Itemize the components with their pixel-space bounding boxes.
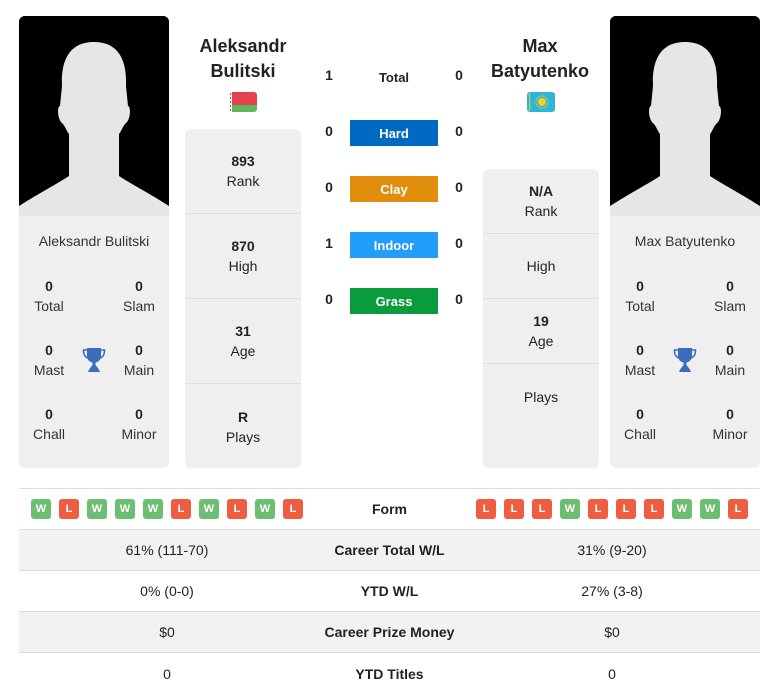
player1-minor-titles: 0 Minor <box>121 406 157 442</box>
player1-total-titles: 0 Total <box>34 278 64 314</box>
player2-stats-card: N/A Rank High 19 Age Plays <box>483 169 599 468</box>
form-win-badge[interactable]: W <box>672 499 692 519</box>
form-loss-badge[interactable]: L <box>227 499 247 519</box>
player1-age: 31 Age <box>185 299 301 384</box>
player1-rank: 893 Rank <box>185 129 301 214</box>
player1-challenger-titles: 0 Chall <box>33 406 65 442</box>
surface-grass-badge: Grass <box>350 288 438 314</box>
player2-plays: Plays <box>523 388 559 405</box>
player1-masters-titles: 0 Mast <box>33 342 65 378</box>
player1-slam-titles: 0 Slam <box>123 278 155 314</box>
trophy-icon <box>82 348 106 372</box>
ytd-titles-row: 0 YTD Titles 0 <box>19 653 760 694</box>
h2h-clay-row: 0 Clay 0 <box>310 175 480 203</box>
form-win-badge[interactable]: W <box>87 499 107 519</box>
player2-age: 19 Age <box>483 299 599 364</box>
form-win-badge[interactable]: W <box>255 499 275 519</box>
player2-titles-card: Max Batyutenko 0 Total 0 Slam 0 Mast 0 Main … <box>610 216 760 468</box>
player2-high: High <box>483 234 599 299</box>
player1-ytd-titles: 0 <box>163 665 171 682</box>
ytd-wl-row: 0% (0-0) YTD W/L 27% (3-8) <box>19 571 760 612</box>
prize-money-row: $0 Career Prize Money $0 <box>19 612 760 653</box>
h2h-total-row: 1 Total 0 <box>310 63 480 91</box>
player2-photo <box>610 16 760 216</box>
player2-challenger-titles: 0 Chall <box>624 406 656 442</box>
form-loss-badge[interactable]: L <box>644 499 664 519</box>
form-win-badge[interactable]: W <box>560 499 580 519</box>
h2h-grass-row: 0 Grass 0 <box>310 287 480 315</box>
form-win-badge[interactable]: W <box>199 499 219 519</box>
form-win-badge[interactable]: W <box>143 499 163 519</box>
career-wl-label: Career Total W/L <box>334 542 445 558</box>
player2-career-wl: 31% (9-20) <box>577 542 647 558</box>
surface-hard-badge: Hard <box>350 120 438 146</box>
player1-career-wl: 61% (111-70) <box>125 542 209 558</box>
player1-main-titles: 0 Main <box>123 342 155 378</box>
player1-stats-card: 893 Rank 870 High 31 Age R Plays <box>185 129 301 468</box>
h2h-hard-row: 0 Hard 0 <box>310 119 480 147</box>
player2-name[interactable]: Max Batyutenko <box>470 34 610 84</box>
player1-titles-card: Aleksandr Bulitski 0 Total 0 Slam 0 Mast 0M… <box>19 216 169 468</box>
form-loss-badge[interactable]: L <box>476 499 496 519</box>
player1-form: WLWWWLWLWL <box>19 499 315 519</box>
player2-prize-money: $0 <box>604 624 620 640</box>
h2h-total-label: Total <box>378 69 410 85</box>
career-wl-row: 61% (111-70) Career Total W/L 31% (9-20) <box>19 530 760 571</box>
player1-high: 870 High <box>185 214 301 299</box>
form-loss-badge[interactable]: L <box>59 499 79 519</box>
surface-indoor-badge: Indoor <box>350 232 438 258</box>
form-loss-badge[interactable]: L <box>728 499 748 519</box>
player1-prize-money: $0 <box>159 624 175 640</box>
form-loss-badge[interactable]: L <box>616 499 636 519</box>
form-win-badge[interactable]: W <box>115 499 135 519</box>
player1-full-name[interactable]: Aleksandr Bulitski <box>19 233 169 249</box>
player-silhouette-icon <box>610 16 760 216</box>
player1-plays: R Plays <box>225 408 261 445</box>
form-loss-badge[interactable]: L <box>532 499 552 519</box>
player2-masters-titles: 0 Mast <box>624 342 656 378</box>
trophy-icon <box>673 348 697 372</box>
player2-rank: N/A Rank <box>483 169 599 234</box>
form-win-badge[interactable]: W <box>700 499 720 519</box>
player-silhouette-icon <box>19 16 169 216</box>
player1-ytd-wl: 0% (0-0) <box>140 583 194 599</box>
h2h-indoor-row: 1 Indoor 0 <box>310 231 480 259</box>
form-loss-badge[interactable]: L <box>588 499 608 519</box>
player2-minor-titles: 0 Minor <box>712 406 748 442</box>
ytd-wl-label: YTD W/L <box>360 583 419 599</box>
player1-name[interactable]: Aleksandr Bulitski <box>173 34 313 84</box>
form-loss-badge[interactable]: L <box>171 499 191 519</box>
player1-photo <box>19 16 169 216</box>
prize-money-label: Career Prize Money <box>324 624 455 640</box>
form-row: WLWWWLWLWL Form LLLWLLLWWL <box>19 489 760 530</box>
player2-total-titles: 0 Total <box>625 278 655 314</box>
form-win-badge[interactable]: W <box>31 499 51 519</box>
player2-main-titles: 0 Main <box>714 342 746 378</box>
player2-ytd-titles: 0 <box>608 665 616 682</box>
form-loss-badge[interactable]: L <box>283 499 303 519</box>
surface-clay-badge: Clay <box>350 176 438 202</box>
player2-full-name[interactable]: Max Batyutenko <box>610 233 760 249</box>
belarus-flag-icon <box>229 92 257 112</box>
form-loss-badge[interactable]: L <box>504 499 524 519</box>
player2-slam-titles: 0 Slam <box>714 278 746 314</box>
ytd-titles-label: YTD Titles <box>355 665 424 682</box>
form-label: Form <box>372 501 407 517</box>
kazakhstan-flag-icon <box>527 92 555 112</box>
player2-form: LLLWLLLWWL <box>464 499 760 519</box>
comparison-table: WLWWWLWLWL Form LLLWLLLWWL 61% (111-70) … <box>19 488 760 694</box>
player2-ytd-wl: 27% (3-8) <box>581 583 643 599</box>
